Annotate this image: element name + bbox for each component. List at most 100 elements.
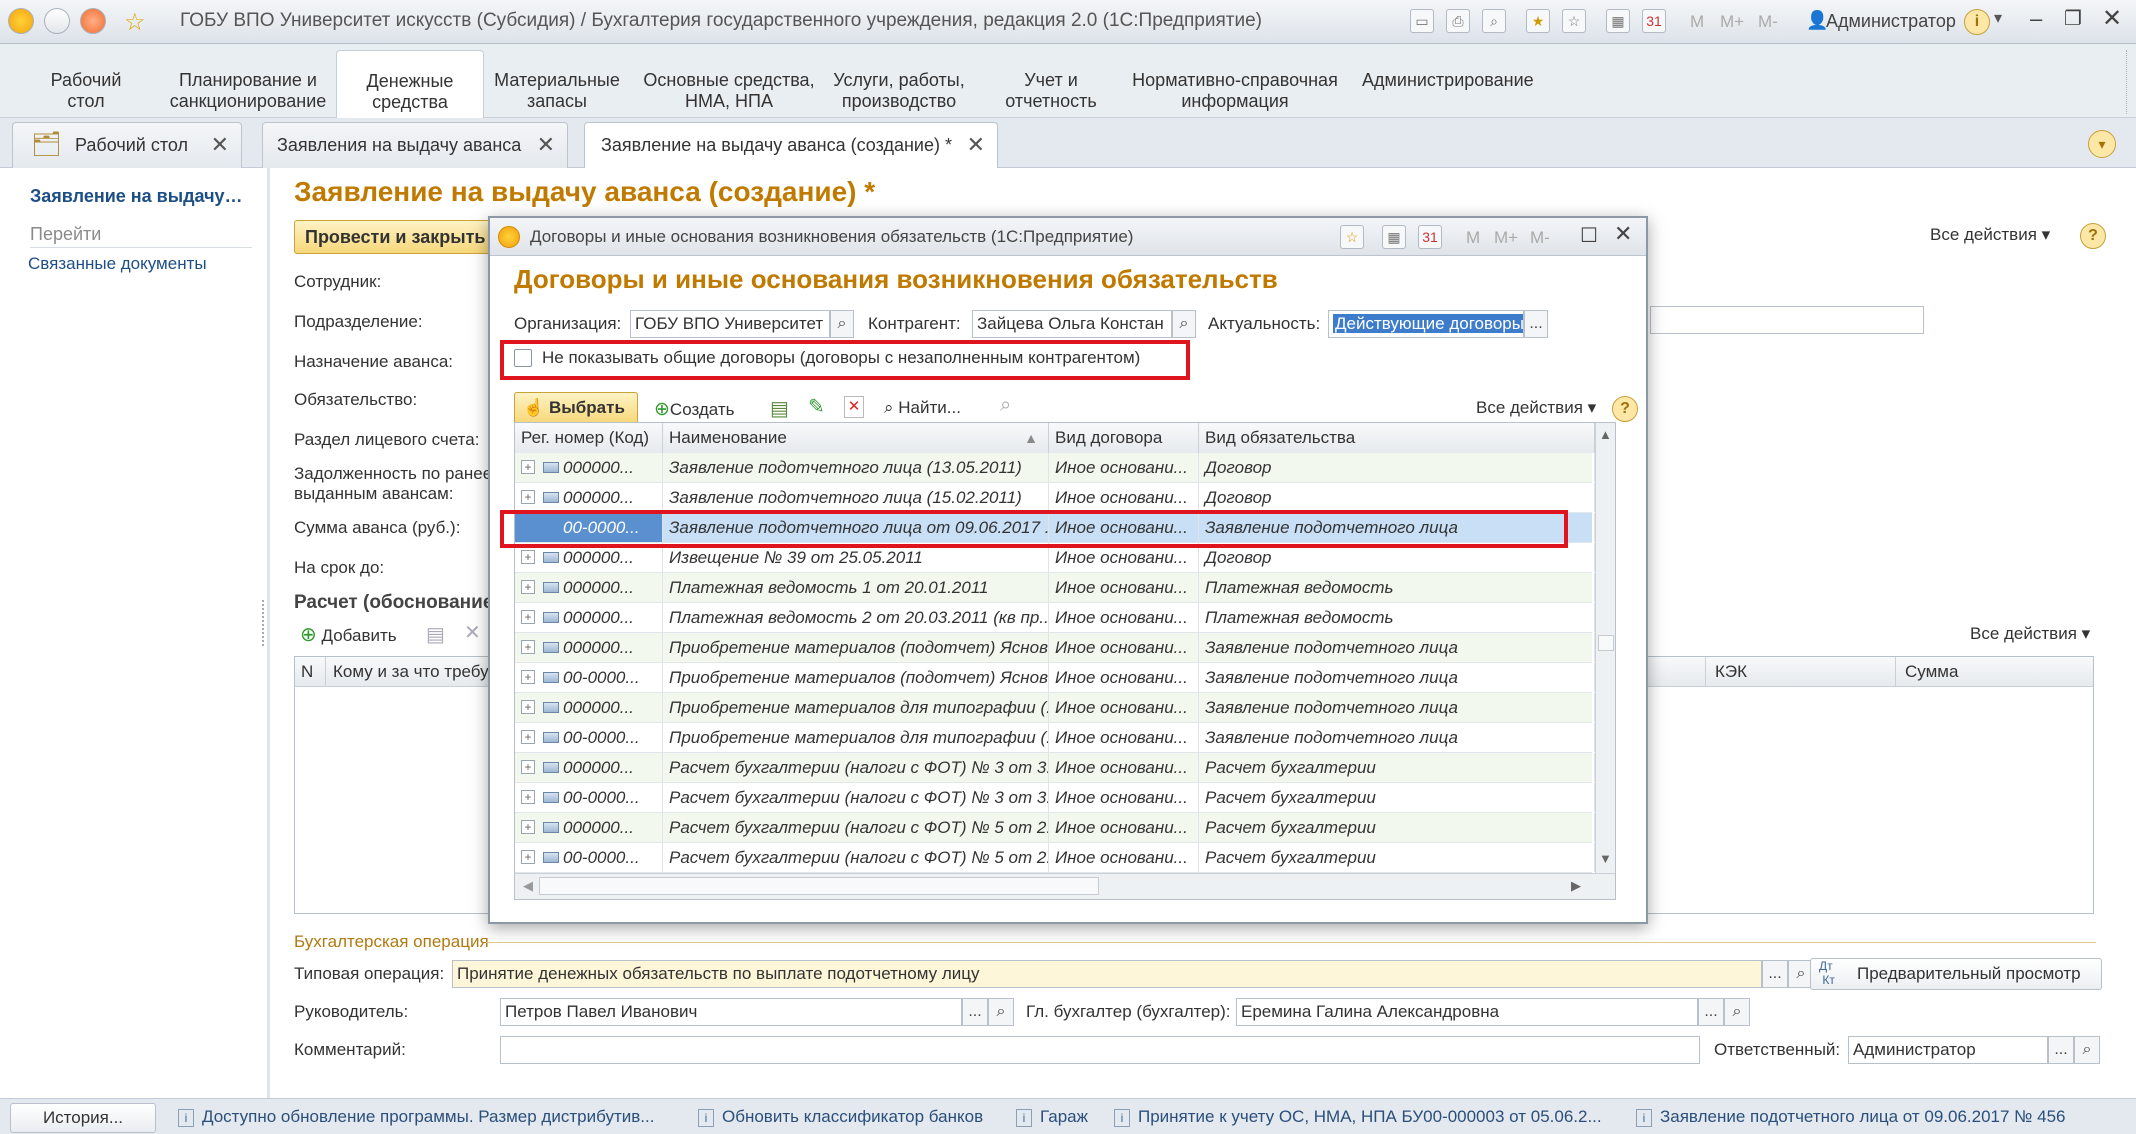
section-desktop[interactable]: Рабочий стол	[38, 70, 134, 112]
info-dropdown-icon[interactable]: ▾	[1994, 8, 2002, 28]
scroll-right-icon[interactable]: ▶	[1571, 878, 1581, 894]
section-admin[interactable]: Администрирование	[1362, 70, 1534, 91]
calculator-icon[interactable]: ▦	[1606, 9, 1630, 33]
history-button[interactable]: История...	[10, 1103, 156, 1133]
memory-m-button[interactable]: M	[1690, 12, 1704, 32]
dialog-all-actions-menu[interactable]: Все действия ▾	[1476, 398, 1596, 418]
table-row[interactable]: +000000... Расчет бухгалтерии (налоги с Ф…	[515, 753, 1595, 783]
scroll-up-icon[interactable]: ▲	[1599, 427, 1612, 442]
table-row[interactable]: +00-0000... Приобретение материалов для т…	[515, 723, 1595, 753]
table-row[interactable]: +000000... Платежная ведомость 1 от 20.01…	[515, 573, 1595, 603]
1c-logo-icon[interactable]	[8, 8, 34, 34]
status-item-fixed-assets[interactable]: i Принятие к учету ОС, НМА, НПА БУ00-0000…	[1114, 1107, 1602, 1127]
dialog-memory-mplus-button[interactable]: M+	[1494, 228, 1518, 248]
help-icon[interactable]: ?	[2080, 223, 2106, 249]
section-reference[interactable]: Нормативно-справочная информация	[1130, 70, 1340, 112]
restore-icon[interactable]: ❐	[2064, 6, 2082, 31]
status-item-garage[interactable]: i Гараж	[1016, 1107, 1088, 1127]
section-materials[interactable]: Материальные запасы	[494, 70, 620, 112]
print-icon[interactable]: ⎙	[1446, 9, 1470, 33]
col-sum[interactable]: Сумма	[1905, 662, 1958, 682]
actuality-field[interactable]: Действующие договоры	[1328, 310, 1524, 338]
table-row[interactable]: +000000... Приобретение материалов для ти…	[515, 693, 1595, 723]
panel-splitter[interactable]	[262, 600, 268, 646]
horizontal-scrollbar[interactable]: ◀ ▶	[515, 873, 1615, 899]
scroll-left-icon[interactable]: ◀	[523, 878, 533, 894]
table-all-actions-menu[interactable]: Все действия ▾	[1970, 624, 2090, 644]
table-row[interactable]: +000000... Заявление подотчетного лица (1…	[515, 483, 1595, 513]
close-tab-icon[interactable]: ✕	[211, 123, 229, 167]
table-row[interactable]: +00-0000... Приобретение материалов (подо…	[515, 663, 1595, 693]
history-icon[interactable]	[80, 8, 106, 34]
favorites-list-icon[interactable]: ☆	[1562, 9, 1586, 33]
favorites-star-icon[interactable]: ☆	[124, 8, 146, 37]
organization-field[interactable]: ГОБУ ВПО Университет	[630, 310, 830, 338]
close-tab-icon[interactable]: ✕	[537, 123, 555, 167]
col-obligation-type[interactable]: Вид обязательства	[1199, 423, 1595, 453]
table-row[interactable]: +00-0000... Расчет бухгалтерии (налоги с …	[515, 783, 1595, 813]
contracts-grid[interactable]: Рег. номер (Код) Наименование ▲ Вид догов…	[514, 422, 1616, 900]
close-icon[interactable]: ✕	[2102, 4, 2122, 33]
calendar-icon[interactable]: 31	[1642, 9, 1666, 33]
dialog-help-icon[interactable]: ?	[1612, 396, 1638, 422]
col-n[interactable]: N	[301, 662, 313, 682]
dialog-calculator-icon[interactable]: ▦	[1382, 225, 1406, 249]
table-row[interactable]: +000000... Заявление подотчетного лица (1…	[515, 453, 1595, 483]
dialog-calendar-icon[interactable]: 31	[1418, 225, 1442, 249]
preview-icon[interactable]: ⌕	[1482, 9, 1506, 33]
memory-mminus-button[interactable]: M-	[1758, 12, 1778, 32]
nav-related-documents-link[interactable]: Связанные документы	[28, 254, 207, 274]
table-row[interactable]: +00-0000... Расчет бухгалтерии (налоги с …	[515, 843, 1595, 873]
dialog-memory-mminus-button[interactable]: M-	[1530, 228, 1550, 248]
actuality-select-button[interactable]: ...	[1524, 310, 1548, 338]
typical-op-field[interactable]: Принятие денежных обязательств по выплат…	[452, 960, 1762, 988]
create-button[interactable]: ⊕Создать	[654, 398, 735, 421]
status-item-statement[interactable]: i Заявление подотчетного лица от 09.06.20…	[1636, 1107, 2066, 1127]
minimize-icon[interactable]: –	[2030, 6, 2042, 32]
vertical-scrollbar[interactable]: ▲ ▼	[1595, 423, 1615, 873]
responsible-search-icon[interactable]: ⌕	[2074, 1036, 2100, 1064]
typical-op-select-button[interactable]: ...	[1762, 960, 1788, 988]
preview-button[interactable]: Дт Кт Предварительный просмотр	[1810, 958, 2102, 990]
edit-pencil-icon[interactable]: ✎	[808, 394, 825, 419]
chief-search-icon[interactable]: ⌕	[1724, 998, 1750, 1026]
copy-icon[interactable]: ▤	[770, 396, 789, 421]
select-button[interactable]: ☝ Выбрать	[514, 392, 638, 424]
responsible-field[interactable]: Администратор	[1848, 1036, 2048, 1064]
delete-icon[interactable]: ✕	[464, 620, 481, 645]
memory-mplus-button[interactable]: M+	[1720, 12, 1744, 32]
dialog-memory-m-button[interactable]: M	[1466, 228, 1480, 248]
manager-select-button[interactable]: ...	[962, 998, 988, 1026]
dialog-favorite-icon[interactable]: ☆	[1340, 225, 1364, 249]
table-row[interactable]: +000000... Приобретение материалов (подот…	[515, 633, 1595, 663]
chief-select-button[interactable]: ...	[1698, 998, 1724, 1026]
scroll-thumb[interactable]	[1598, 635, 1614, 651]
user-name[interactable]: Администратор	[1826, 11, 1956, 32]
menu-icon[interactable]	[44, 8, 70, 34]
contractor-field[interactable]: Зайцева Ольга Констан	[972, 310, 1172, 338]
dialog-close-icon[interactable]: ✕	[1614, 221, 1632, 247]
tab-advance-create[interactable]: Заявление на выдачу аванса (создание) * …	[584, 122, 998, 169]
add-favorite-icon[interactable]: ★	[1526, 9, 1550, 33]
section-scroll-handle[interactable]	[2126, 50, 2130, 114]
col-kek[interactable]: КЭК	[1715, 662, 1747, 682]
responsible-select-button[interactable]: ...	[2048, 1036, 2074, 1064]
save-icon[interactable]: ▭	[1410, 9, 1434, 33]
all-actions-menu[interactable]: Все действия ▾	[1930, 225, 2050, 245]
info-icon[interactable]: i	[1964, 9, 1990, 35]
tab-advance-list[interactable]: Заявления на выдачу аванса ✕	[262, 122, 568, 168]
section-services[interactable]: Услуги, работы, производство	[826, 70, 972, 112]
col-contract-type[interactable]: Вид договора	[1049, 423, 1199, 453]
tabs-dropdown-icon[interactable]: ▾	[2088, 130, 2116, 158]
cancel-search-icon[interactable]: ⌕	[1000, 394, 1011, 417]
status-item-update[interactable]: i Доступно обновление программы. Размер д…	[178, 1107, 654, 1127]
table-row[interactable]: +000000... Платежная ведомость 2 от 20.03…	[515, 603, 1595, 633]
section-reports[interactable]: Учет и отчетность	[998, 70, 1104, 112]
chief-accountant-field[interactable]: Еремина Галина Александровна	[1236, 998, 1698, 1026]
nav-current-document[interactable]: Заявление на выдачу…	[30, 186, 243, 207]
scroll-down-icon[interactable]: ▼	[1599, 851, 1612, 866]
find-button[interactable]: ⌕ Найти...	[884, 398, 961, 418]
section-money[interactable]: Денежные средства	[336, 50, 484, 120]
add-row-button[interactable]: ⊕ Добавить	[300, 622, 397, 647]
organization-search-icon[interactable]: ⌕	[830, 310, 854, 338]
